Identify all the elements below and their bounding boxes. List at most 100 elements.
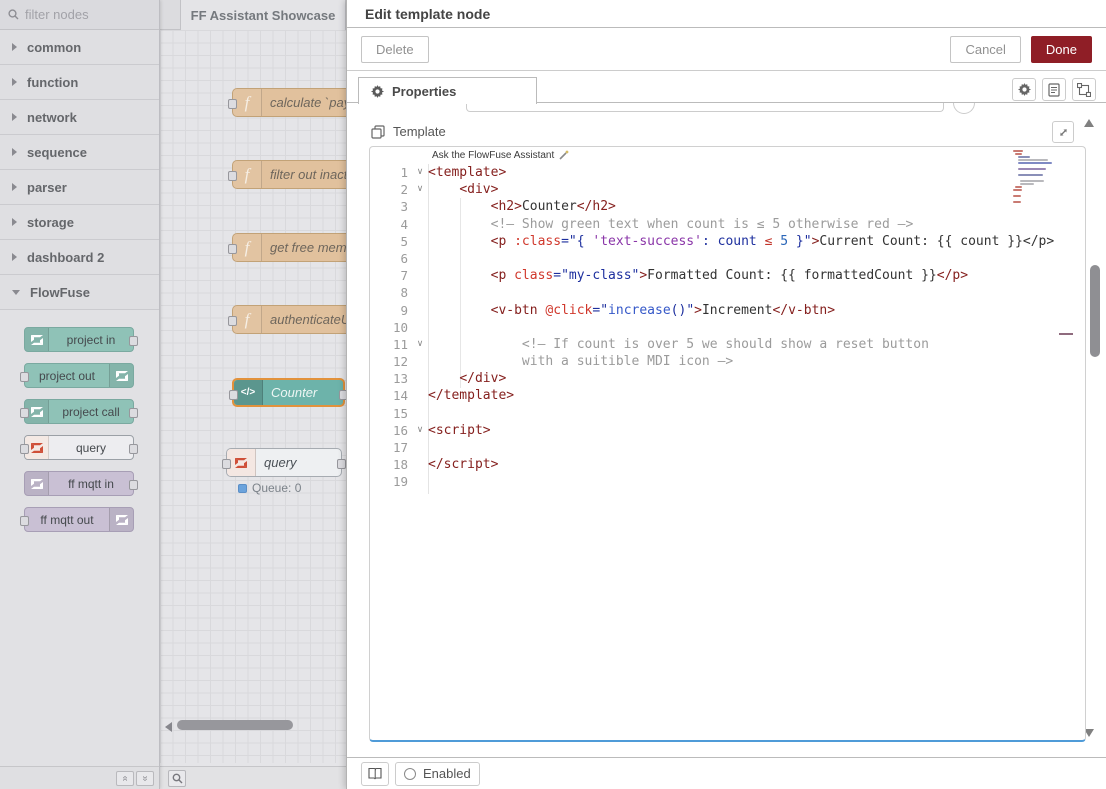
node-port-left[interactable] [229, 390, 238, 400]
code-line-10[interactable]: 10 [370, 319, 1085, 336]
code-line-13[interactable]: 13 </div> [370, 370, 1085, 387]
code-line-12[interactable]: 12 with a suitible MDI icon —> [370, 353, 1085, 370]
code-line-1[interactable]: 1∨<template> [370, 164, 1085, 181]
palette-category-network[interactable]: network [0, 100, 159, 135]
appearance-icon-button[interactable] [1072, 78, 1096, 101]
code-line-14[interactable]: 14</template> [370, 387, 1085, 404]
code-line-5[interactable]: 5 <p :class="{ 'text-success': count ≤ 5… [370, 233, 1085, 250]
node-port-left[interactable] [228, 316, 237, 326]
code-line-6[interactable]: 6 [370, 250, 1085, 267]
editor-expand-button[interactable] [1052, 121, 1074, 143]
palette-category-function[interactable]: function [0, 65, 159, 100]
code-line-2[interactable]: 2∨ <div> [370, 181, 1085, 198]
code-lines[interactable]: 1∨<template>2∨ <div>3 <h2>Counter</h2>4 … [370, 164, 1085, 491]
palette-filter[interactable]: filter nodes [0, 0, 159, 30]
done-button[interactable]: Done [1031, 36, 1092, 63]
minimap-row [1020, 180, 1044, 182]
flow-node-authenticateu[interactable]: fauthenticateU [232, 305, 346, 334]
flow-node-get-free-memo[interactable]: fget free memo [232, 233, 346, 262]
tab-properties[interactable]: Properties [358, 77, 537, 104]
scroll-up-arrow[interactable] [1084, 119, 1094, 127]
palette-node-ff-mqtt-in[interactable]: ff mqtt in [24, 471, 134, 496]
zoom-search-button[interactable] [168, 770, 186, 787]
line-number: 15 [370, 405, 412, 422]
flow-node-query[interactable]: query [226, 448, 342, 477]
flow-node-counter[interactable]: </>Counter [232, 378, 345, 407]
flow-node-filter-out-inacti[interactable]: ffilter out inacti [232, 160, 346, 189]
minimap-row [1015, 186, 1022, 188]
workspace-tab[interactable]: FF Assistant Showcase [180, 0, 346, 30]
palette-node-ff-mqtt-out[interactable]: ff mqtt out [24, 507, 134, 532]
tray-toolbar: Delete Cancel Done [347, 28, 1106, 71]
cancel-button[interactable]: Cancel [950, 36, 1020, 63]
code-line-4[interactable]: 4 <!— Show green text when count is ≤ 5 … [370, 216, 1085, 233]
delete-button[interactable]: Delete [361, 36, 429, 63]
palette-category-storage[interactable]: storage [0, 205, 159, 240]
palette-collapse-all-button[interactable]: » [116, 771, 134, 786]
gear-icon [371, 85, 384, 98]
node-port-left[interactable] [228, 171, 237, 181]
fold-arrow-icon[interactable]: ∨ [412, 422, 428, 439]
template-field-label: Template [393, 124, 446, 139]
node-label: filter out inacti [262, 167, 346, 182]
code-line-3[interactable]: 3 <h2>Counter</h2> [370, 198, 1085, 215]
node-port-left[interactable] [20, 516, 29, 526]
node-port-right[interactable] [129, 444, 138, 454]
assistant-button[interactable]: Ask the FlowFuse Assistant [432, 149, 570, 161]
node-port-left[interactable] [228, 99, 237, 109]
code-text: with a suitible MDI icon —> [428, 353, 733, 370]
code-line-17[interactable]: 17 [370, 439, 1085, 456]
node-port-left[interactable] [222, 459, 231, 469]
template-code-editor[interactable]: Ask the FlowFuse Assistant 1∨<template>2… [369, 146, 1086, 742]
tray-scrollbar-thumb[interactable] [1090, 265, 1100, 357]
flow-canvas[interactable]: fcalculate `pay ffilter out inacti fget fr… [160, 30, 346, 763]
code-line-15[interactable]: 15 [370, 405, 1085, 422]
palette-category-label: function [27, 75, 78, 90]
code-line-9[interactable]: 9 <v-btn @click="increase()">Increment</… [370, 302, 1085, 319]
code-line-8[interactable]: 8 [370, 284, 1085, 301]
node-port-right[interactable] [129, 408, 138, 418]
palette-category-flowfuse[interactable]: FlowFuse [0, 275, 159, 310]
node-port-right[interactable] [129, 336, 138, 346]
enabled-toggle-button[interactable]: Enabled [395, 762, 480, 786]
tray-footer: Enabled [347, 757, 1106, 789]
palette-footer: » » [0, 766, 159, 789]
palette-category-parser[interactable]: parser [0, 170, 159, 205]
palette-category-dashboard-2[interactable]: dashboard 2 [0, 240, 159, 275]
line-number: 18 [370, 456, 412, 473]
hscroll-thumb[interactable] [177, 720, 293, 730]
line-number: 1 [370, 164, 412, 181]
palette-category-sequence[interactable]: sequence [0, 135, 159, 170]
minimap-row [1013, 201, 1021, 203]
fold-arrow-icon[interactable]: ∨ [412, 164, 428, 181]
node-port-left[interactable] [20, 372, 29, 382]
fold-arrow-icon[interactable]: ∨ [412, 336, 428, 353]
node-port-right[interactable] [337, 459, 346, 469]
description-icon-button[interactable] [1042, 78, 1066, 101]
palette-node-project-out[interactable]: project out [24, 363, 134, 388]
docs-button[interactable] [361, 762, 389, 786]
code-text: <v-btn @click="increase()">Increment</v-… [428, 302, 835, 319]
palette-node-project-call[interactable]: project call [24, 399, 134, 424]
code-line-7[interactable]: 7 <p class="my-class">Formatted Count: {… [370, 267, 1085, 284]
node-port-left[interactable] [228, 244, 237, 254]
code-line-18[interactable]: 18</script> [370, 456, 1085, 473]
palette-node-query[interactable]: query [24, 435, 134, 460]
node-port-right[interactable] [339, 390, 346, 400]
palette-node-project-in[interactable]: project in [24, 327, 134, 352]
tray-tabs-row: Properties [347, 71, 1106, 103]
node-port-left[interactable] [20, 408, 29, 418]
fold-arrow-icon[interactable]: ∨ [412, 181, 428, 198]
flow-node-calculate-pay[interactable]: fcalculate `pay [232, 88, 346, 117]
node-port-right[interactable] [129, 480, 138, 490]
hscroll-left-arrow[interactable] [165, 722, 172, 732]
code-line-19[interactable]: 19 [370, 473, 1085, 490]
code-line-11[interactable]: 11∨ <!— If count is over 5 we should sho… [370, 336, 1085, 353]
settings-icon-button[interactable] [1012, 78, 1036, 101]
node-port-left[interactable] [20, 444, 29, 454]
palette-expand-all-button[interactable]: » [136, 771, 154, 786]
code-line-16[interactable]: 16∨<script> [370, 422, 1085, 439]
flowfuse-node-icon [25, 328, 49, 351]
palette-category-common[interactable]: common [0, 30, 159, 65]
code-text: </div> [428, 370, 506, 387]
